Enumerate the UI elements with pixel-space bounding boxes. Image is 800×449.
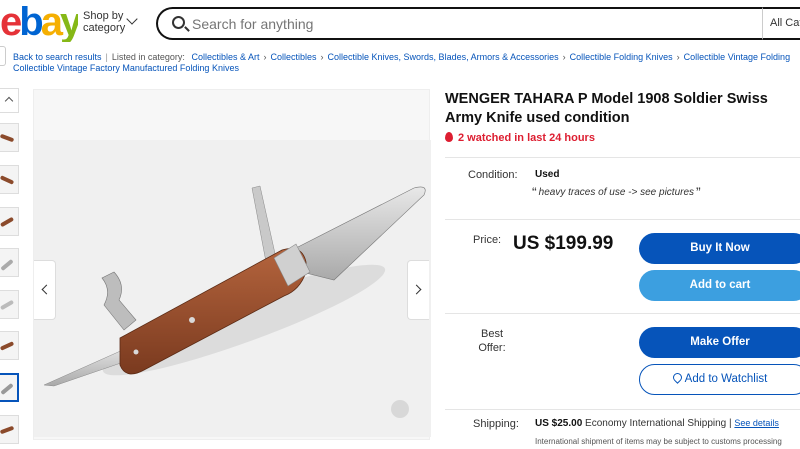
condition-note: “heavy traces of use -> see pictures” — [532, 184, 701, 200]
watch-text: 2 watched in last 24 hours — [458, 132, 595, 144]
best-offer-label: Best Offer: — [478, 328, 506, 354]
add-to-cart-button[interactable]: Add to cart — [639, 270, 800, 301]
thumbnail[interactable] — [0, 207, 19, 236]
logo-letter: y — [59, 2, 78, 42]
item-title: WENGER TAHARA P Model 1908 Soldier Swiss… — [445, 91, 768, 126]
add-to-watchlist-label: Add to Watchlist — [684, 373, 768, 385]
main-image-frame — [33, 89, 431, 440]
knife-photo — [43, 185, 426, 387]
listed-in-label: Listed in category: — [111, 52, 185, 62]
category-select-label: All Cat — [770, 17, 800, 29]
search-input[interactable] — [192, 14, 752, 34]
logo-letter: e — [0, 2, 22, 42]
category-select[interactable]: All Cat — [762, 7, 800, 40]
back-to-search-link[interactable]: Back to search results — [13, 52, 102, 62]
shop-by-category[interactable]: Shop by category — [83, 10, 125, 34]
make-offer-button[interactable]: Make Offer — [639, 327, 800, 358]
thumbnail[interactable] — [0, 290, 19, 319]
see-details-link[interactable]: See details — [734, 418, 779, 428]
breadcrumb-item[interactable]: Collectible Knives, Swords, Blades, Armo… — [328, 52, 559, 62]
shipping-label: Shipping: — [473, 418, 519, 430]
price-label: Price: — [473, 234, 502, 246]
thumbnail[interactable] — [0, 331, 19, 360]
breadcrumb-item[interactable]: Collectible Folding Knives — [570, 52, 673, 62]
divider — [445, 313, 800, 314]
shipping-cost: US $25.00 — [535, 418, 583, 429]
thumbnail[interactable] — [0, 248, 19, 277]
thumbnail-selected[interactable] — [0, 373, 19, 402]
search-box[interactable] — [156, 7, 762, 40]
condition-value: Used — [535, 169, 560, 180]
prev-image-button[interactable] — [34, 260, 56, 320]
divider — [445, 157, 800, 158]
breadcrumb: Back to search results | Listed in categor… — [13, 52, 791, 73]
chevron-down-icon[interactable] — [126, 13, 138, 25]
divider — [445, 219, 800, 220]
shipping-value: US $25.00 Economy International Shipping… — [535, 418, 779, 429]
watch-count: 2 watched in last 24 hours — [445, 132, 595, 144]
breadcrumb-item[interactable]: Collectible Vintage Folding — [684, 52, 790, 62]
condition-note-text: heavy traces of use -> see pictures — [538, 187, 695, 198]
header: ebay Shop by category All Cat — [0, 0, 800, 46]
logo-letter: b — [19, 2, 44, 42]
price-value: US $199.99 — [513, 233, 614, 254]
zoom-icon[interactable] — [391, 400, 409, 418]
condition-label: Condition: — [468, 169, 518, 181]
breadcrumb-item[interactable]: Collectibles — [270, 52, 316, 62]
next-image-button[interactable] — [407, 260, 429, 320]
breadcrumb-item[interactable]: Collectibles & Art — [191, 52, 259, 62]
thumbnail[interactable] — [0, 123, 19, 152]
shipping-method: Economy International Shipping — [585, 418, 727, 429]
back-arrow-icon[interactable] — [0, 46, 6, 66]
ebay-logo[interactable]: ebay — [0, 2, 78, 42]
thumbnail[interactable] — [0, 165, 19, 194]
scroll-up-icon[interactable] — [0, 88, 19, 113]
add-to-watchlist-button[interactable]: Add to Watchlist — [639, 364, 800, 395]
thumbnail[interactable] — [0, 415, 19, 444]
buy-it-now-button[interactable]: Buy It Now — [639, 233, 800, 264]
shipping-note: International shipment of items may be s… — [535, 437, 782, 446]
breadcrumb-item[interactable]: Collectible Vintage Factory Manufactured… — [13, 63, 239, 73]
search-icon — [172, 16, 185, 29]
logo-letter: a — [40, 2, 63, 42]
heart-icon — [670, 371, 684, 384]
flame-icon — [445, 132, 453, 142]
divider — [445, 409, 800, 410]
main-image[interactable] — [34, 140, 431, 437]
